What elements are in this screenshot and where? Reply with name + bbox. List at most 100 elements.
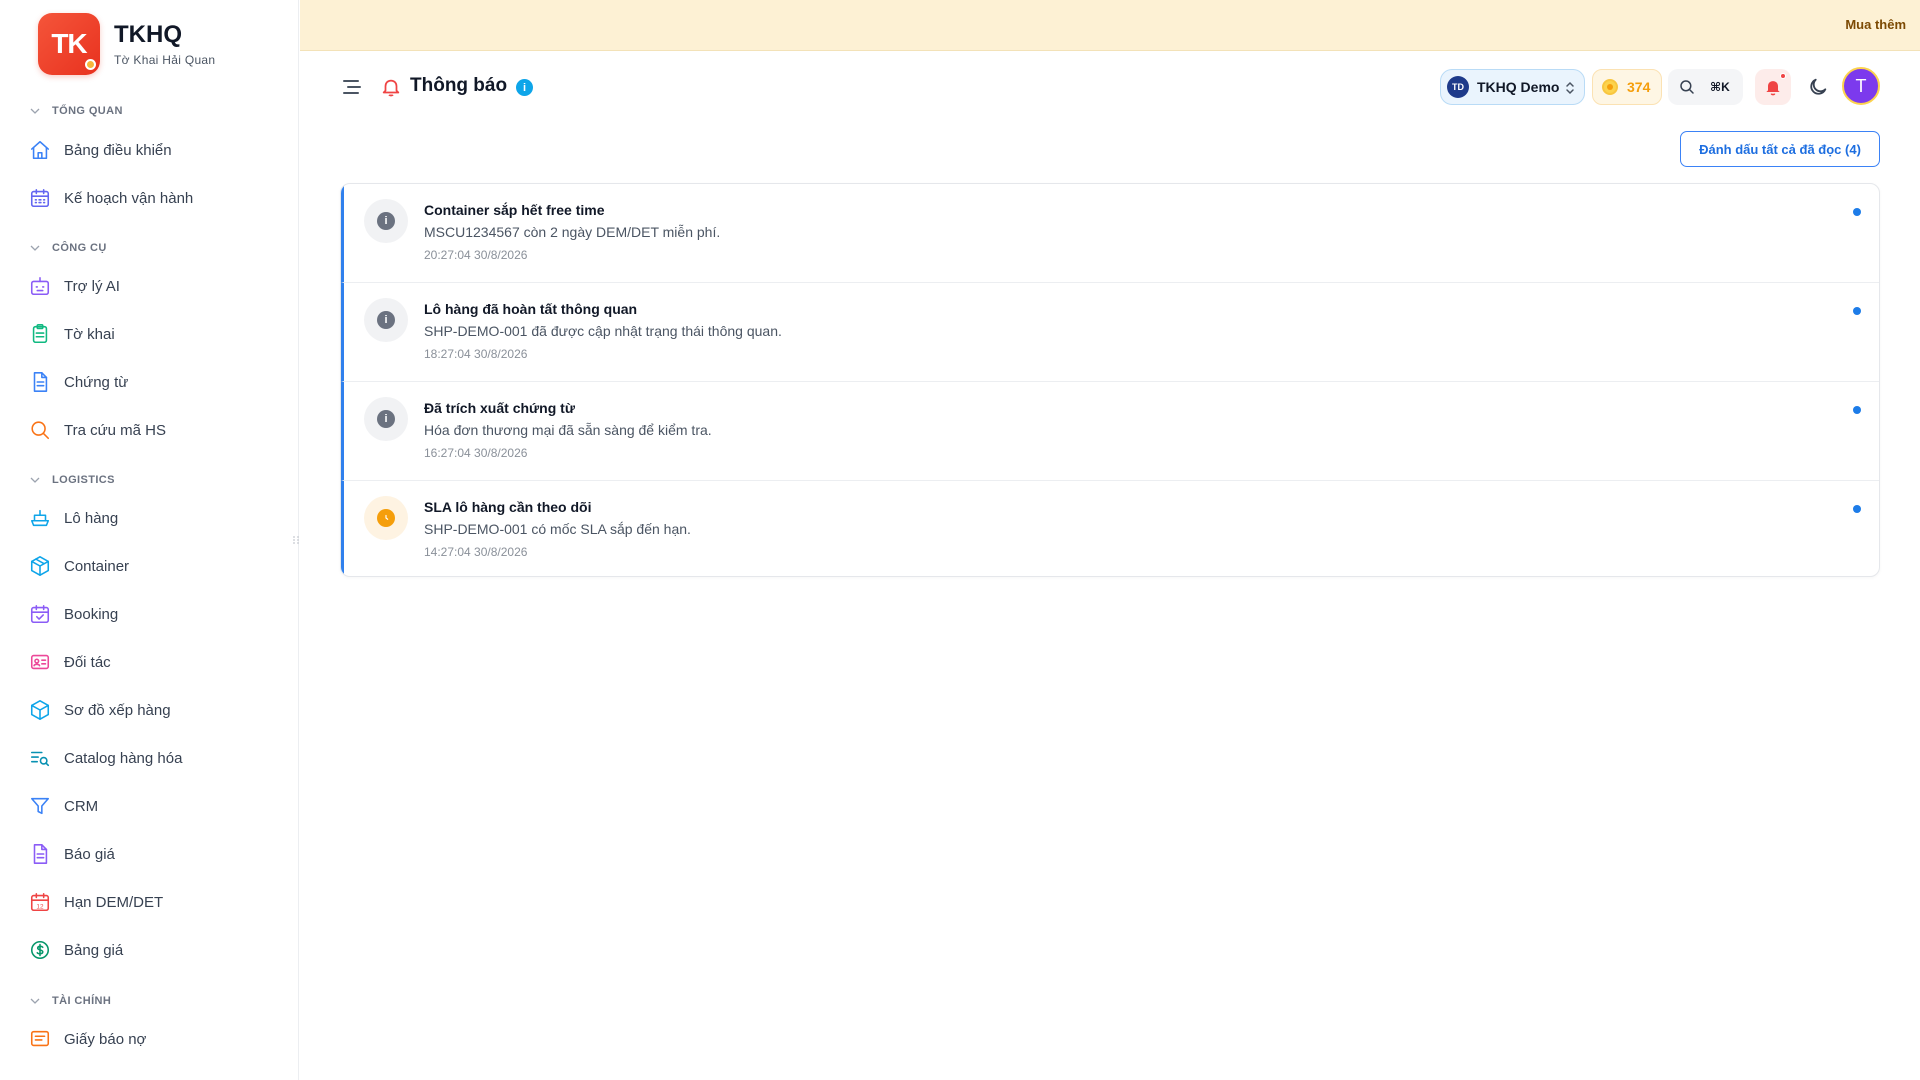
sidebar-item-label: Đối tác [64,653,111,671]
brand[interactable]: TK TKHQ Tờ Khai Hải Quan [38,13,215,75]
notification-item[interactable]: i Lô hàng đã hoàn tất thông quan SHP-DEM… [341,283,1879,382]
home-icon [30,140,50,160]
bot-icon [30,276,50,296]
chevron-down-icon [30,108,40,114]
org-avatar: TD [1447,76,1469,98]
section-label: LOGISTICS [52,474,115,486]
unread-dot [1853,406,1861,414]
package-icon [30,700,50,720]
chevron-down-icon [30,477,40,483]
notification-desc: Hóa đơn thương mại đã sẵn sàng để kiểm t… [424,422,712,438]
sidebar-item-dem-det[interactable]: 12 Hạn DEM/DET [28,884,278,920]
file-lines-icon [33,844,48,864]
logo-text: TK [51,28,87,59]
theme-toggle[interactable] [1800,69,1836,105]
sidebar-item-declarations[interactable]: Tờ khai [28,316,278,352]
sidebar-item-price-list[interactable]: Bảng giá [28,932,278,968]
sidebar-item-partners[interactable]: Đối tác [28,644,278,680]
search-button[interactable]: ⌘K [1668,69,1743,105]
notifications-button[interactable] [1755,69,1791,105]
sidebar-item-label: Booking [64,605,119,623]
info-icon: i [364,298,408,342]
promo-banner: Mua thêm [300,0,1920,51]
sidebar-item-ai-assistant[interactable]: Trợ lý AI [28,268,278,304]
sidebar-item-quotes[interactable]: Báo giá [28,836,278,872]
sidebar-item-label: Container [64,557,130,575]
sidebar-item-booking[interactable]: Booking [28,596,278,632]
info-icon: i [364,397,408,441]
sidebar-item-label: CRM [64,797,99,815]
notification-item[interactable]: i Container sắp hết free time MSCU123456… [341,184,1879,283]
section-header-tai-chinh[interactable]: TÀI CHÍNH [30,995,111,1007]
mark-all-read-button[interactable]: Đánh dấu tất cả đã đọc (4) [1680,131,1880,167]
notification-time: 16:27:04 30/8/2026 [424,446,528,460]
sidebar-item-documents[interactable]: Chứng từ [28,364,278,400]
section-header-logistics[interactable]: LOGISTICS [30,474,115,486]
notification-title: Container sắp hết free time [424,202,605,218]
funnel-icon [30,797,50,815]
org-switcher[interactable]: TD TKHQ Demo [1440,69,1585,105]
sidebar-resize-handle[interactable] [291,534,301,546]
notification-item[interactable]: i Đã trích xuất chứng từ Hóa đơn thương … [341,382,1879,481]
message-lines-icon [30,1030,50,1047]
sidebar-item-dashboard[interactable]: Bảng điều khiển [28,132,278,168]
notification-list: i Container sắp hết free time MSCU123456… [340,183,1880,577]
sidebar-item-operations-plan[interactable]: Kế hoạch vận hành [28,180,278,216]
sidebar-item-label: Báo giá [64,845,115,863]
section-header-tong-quan[interactable]: TỔNG QUAN [30,105,123,117]
coin-icon [1602,79,1618,95]
buy-more-link[interactable]: Mua thêm [1845,17,1906,32]
notification-time: 14:27:04 30/8/2026 [424,545,528,559]
id-card-icon [30,654,50,670]
notification-title: SLA lô hàng cần theo dõi [424,499,592,515]
page-header: Thông báo i TD TKHQ Demo 374 ⌘K T [300,51,1920,125]
section-label: TÀI CHÍNH [52,995,112,1007]
calendar-check-icon [30,604,50,624]
file-text-icon [33,372,48,392]
dollar-circle-icon [30,940,50,960]
sidebar-item-label: Chứng từ [64,373,129,391]
info-icon[interactable]: i [516,79,533,96]
bell-icon [382,79,400,97]
chevron-down-icon [30,998,40,1004]
credits-badge[interactable]: 374 [1592,69,1662,105]
sidebar-item-label: Giấy báo nợ [64,1030,147,1048]
sidebar-item-label: Bảng điều khiển [64,141,172,159]
sidebar-item-stowage-plan[interactable]: Sơ đồ xếp hàng [28,692,278,728]
brand-logo: TK [38,13,100,75]
sidebar-item-shipments[interactable]: Lô hàng [28,500,278,536]
sidebar-item-crm[interactable]: CRM [28,788,278,824]
unread-dot [1853,307,1861,315]
chevron-updown-icon [1566,81,1574,95]
unread-dot [1853,505,1861,513]
notification-desc: MSCU1234567 còn 2 ngày DEM/DET miễn phí. [424,224,721,240]
unread-dot [1853,208,1861,216]
notification-badge [1780,73,1786,79]
calendar-grid-icon [30,188,50,208]
sidebar-item-catalog[interactable]: Catalog hàng hóa [28,740,278,776]
sidebar-item-label: Catalog hàng hóa [64,749,183,767]
search-icon [31,421,50,440]
section-label: TỔNG QUAN [52,105,123,117]
sidebar-item-debit-notes[interactable]: Giấy báo nợ [28,1021,278,1057]
notification-title: Đã trích xuất chứng từ [424,400,575,416]
sidebar-item-label: Trợ lý AI [64,277,120,295]
search-icon [1680,80,1694,94]
svg-text:12: 12 [36,903,44,910]
info-icon: i [364,199,408,243]
sidebar-item-container[interactable]: Container [28,548,278,584]
menu-toggle-icon[interactable] [340,75,364,99]
sidebar-item-label: Lô hàng [64,509,119,527]
notification-item[interactable]: SLA lô hàng cần theo dõi SHP-DEMO-001 có… [341,481,1879,576]
list-search-icon [30,751,50,767]
ship-icon [30,509,50,527]
org-name: TKHQ Demo [1477,79,1560,95]
sidebar-item-hs-lookup[interactable]: Tra cứu mã HS [28,412,278,448]
notification-desc: SHP-DEMO-001 đã được cập nhật trạng thái… [424,323,782,339]
sidebar-item-label: Kế hoạch vận hành [64,189,194,207]
user-avatar[interactable]: T [1842,67,1880,105]
section-label: CÔNG CỤ [52,242,107,254]
section-header-cong-cu[interactable]: CÔNG CỤ [30,242,107,254]
bell-filled-icon [1766,81,1780,96]
moon-icon [1810,78,1827,95]
